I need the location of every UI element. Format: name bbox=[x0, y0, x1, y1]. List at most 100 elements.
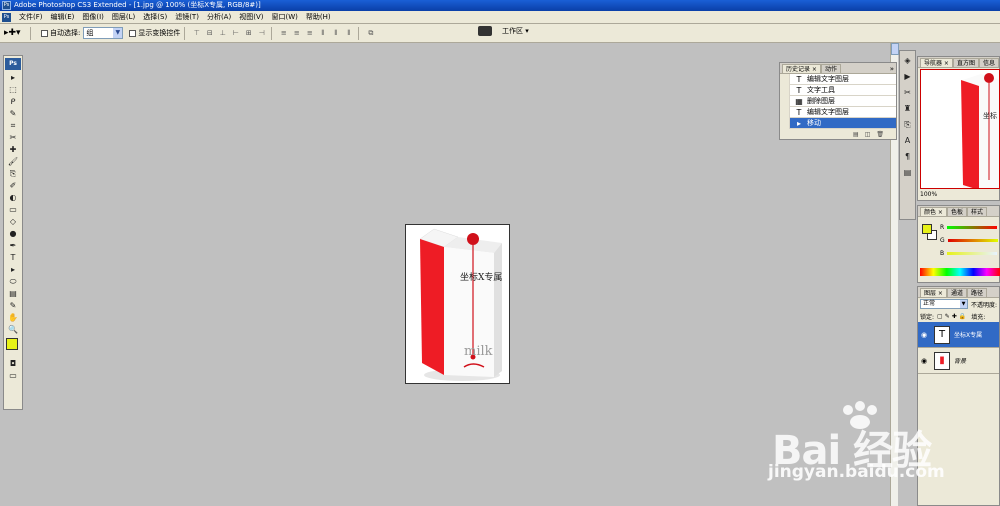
tab-actions[interactable]: 动作 bbox=[820, 64, 841, 73]
foreground-color-swatch[interactable] bbox=[6, 338, 18, 350]
align-vcenter-icon[interactable]: ⊟ bbox=[204, 28, 215, 39]
menu-layer[interactable]: 图层(L) bbox=[108, 12, 139, 22]
history-checkbox[interactable] bbox=[780, 95, 790, 107]
blur-tool-icon[interactable]: ◇ bbox=[5, 216, 21, 227]
history-item[interactable]: T 编辑文字图层 bbox=[780, 73, 896, 85]
lock-all-icon[interactable]: 🔒 bbox=[959, 313, 966, 320]
distribute-left-icon[interactable]: ⦀ bbox=[317, 28, 328, 39]
workspace-button[interactable]: 工作区 ▾ bbox=[478, 26, 529, 36]
checkbox-box[interactable] bbox=[129, 29, 137, 37]
history-item[interactable]: T 编辑文字图层 bbox=[780, 106, 896, 118]
clone-dock-icon[interactable]: ♜ bbox=[901, 102, 914, 115]
marquee-tool-icon[interactable]: ⬚ bbox=[5, 84, 21, 95]
layer-row-background[interactable]: ◉ ▮ 背景 bbox=[918, 348, 999, 374]
shape-tool-icon[interactable]: ⬭ bbox=[5, 276, 21, 287]
document-canvas[interactable]: milk bbox=[405, 224, 510, 384]
distribute-bottom-icon[interactable]: ≡ bbox=[304, 28, 315, 39]
align-right-icon[interactable]: ⊣ bbox=[256, 28, 267, 39]
ps-menu-icon[interactable]: Ps bbox=[2, 12, 11, 22]
auto-select-checkbox[interactable]: 自动选择: bbox=[41, 28, 80, 38]
scrollbar-thumb[interactable] bbox=[891, 43, 899, 55]
tab-navigator[interactable]: 导航器 × bbox=[920, 58, 953, 67]
new-document-icon[interactable]: ▤ bbox=[853, 131, 859, 138]
history-item-selected[interactable]: ▸ 移动 bbox=[780, 117, 896, 129]
tab-histogram[interactable]: 直方图 bbox=[952, 58, 979, 67]
align-top-icon[interactable]: ⊤ bbox=[191, 28, 202, 39]
document-text-layer[interactable]: 坐标X专属 bbox=[460, 270, 502, 283]
character-dock-icon[interactable]: A bbox=[901, 134, 914, 147]
align-left-icon[interactable]: ⊢ bbox=[230, 28, 241, 39]
auto-align-icon[interactable]: ⧉ bbox=[365, 28, 376, 39]
distribute-hcenter-icon[interactable]: ⦀ bbox=[330, 28, 341, 39]
path-selection-tool-icon[interactable]: ▸ bbox=[5, 264, 21, 275]
tab-swatches[interactable]: 色板 bbox=[946, 207, 967, 216]
paragraph-dock-icon[interactable]: ¶ bbox=[901, 150, 914, 163]
lock-position-icon[interactable]: ✚ bbox=[952, 313, 957, 320]
blend-mode-dropdown[interactable]: 正常 ▼ bbox=[920, 299, 968, 309]
blue-slider[interactable]: B bbox=[918, 247, 999, 260]
history-item[interactable]: ▦ 删除图层 bbox=[780, 95, 896, 107]
camera-icon[interactable] bbox=[478, 26, 492, 36]
slider-track[interactable] bbox=[947, 226, 998, 229]
hand-tool-icon[interactable]: ✋ bbox=[5, 312, 21, 323]
slice-tool-icon[interactable]: ✂ bbox=[5, 132, 21, 143]
history-item[interactable]: T 文字工具 bbox=[780, 84, 896, 96]
magic-wand-tool-icon[interactable]: ✎ bbox=[5, 108, 21, 119]
tab-info[interactable]: 信息 bbox=[978, 58, 999, 67]
menu-window[interactable]: 窗口(W) bbox=[267, 12, 301, 22]
tab-history[interactable]: 历史记录 × bbox=[782, 64, 821, 73]
slider-track[interactable] bbox=[947, 239, 998, 242]
screen-mode-icon[interactable]: ▭ bbox=[5, 370, 21, 381]
lasso-tool-icon[interactable]: ᑭ bbox=[5, 96, 21, 107]
pen-tool-icon[interactable]: ✒ bbox=[5, 240, 21, 251]
tab-layers[interactable]: 图层 × bbox=[920, 288, 947, 297]
navigator-dock-icon[interactable]: ◈ bbox=[901, 54, 914, 67]
checkbox-box[interactable] bbox=[41, 29, 48, 37]
menu-filter[interactable]: 滤镜(T) bbox=[171, 12, 203, 22]
navigator-zoom-value[interactable]: 100% bbox=[920, 191, 937, 198]
dodge-tool-icon[interactable]: ● bbox=[5, 228, 21, 239]
slider-track[interactable] bbox=[947, 252, 998, 255]
distribute-right-icon[interactable]: ⦀ bbox=[343, 28, 354, 39]
tab-paths[interactable]: 路径 bbox=[966, 288, 987, 297]
align-bottom-icon[interactable]: ⊥ bbox=[217, 28, 228, 39]
gradient-tool-icon[interactable]: ▭ bbox=[5, 204, 21, 215]
auto-select-dropdown[interactable]: 组 ▼ bbox=[83, 27, 124, 39]
crop-tool-icon[interactable]: ⌗ bbox=[5, 120, 21, 131]
chevron-down-icon[interactable]: ▼ bbox=[113, 28, 123, 38]
zoom-tool-icon[interactable]: 🔍 bbox=[5, 324, 21, 335]
eraser-tool-icon[interactable]: ◐ bbox=[5, 192, 21, 203]
menu-image[interactable]: 图像(I) bbox=[78, 12, 108, 22]
move-tool-icon[interactable]: ▸ bbox=[5, 72, 21, 83]
healing-brush-tool-icon[interactable]: ✚ bbox=[5, 144, 21, 155]
color-spectrum-bar[interactable] bbox=[920, 268, 1000, 276]
eye-icon[interactable]: ◉ bbox=[918, 357, 930, 365]
history-checkbox[interactable] bbox=[780, 73, 790, 85]
trash-icon[interactable]: 🗑 bbox=[876, 131, 884, 138]
distribute-top-icon[interactable]: ≡ bbox=[278, 28, 289, 39]
tab-color[interactable]: 颜色 × bbox=[920, 207, 947, 216]
layer-comps-dock-icon[interactable]: ▤ bbox=[901, 166, 914, 179]
show-transform-checkbox[interactable]: 显示变换控件 bbox=[129, 28, 180, 38]
actions-dock-icon[interactable]: ▶ bbox=[901, 70, 914, 83]
chevron-down-icon[interactable]: ▼ bbox=[960, 300, 967, 308]
move-tool-preset-icon[interactable]: ▸✚▾ bbox=[4, 26, 26, 40]
history-checkbox[interactable] bbox=[780, 84, 790, 96]
menu-view[interactable]: 视图(V) bbox=[235, 12, 267, 22]
eyedropper-tool-icon[interactable]: ✎ bbox=[5, 300, 21, 311]
history-checkbox[interactable] bbox=[780, 117, 790, 129]
menu-help[interactable]: 帮助(H) bbox=[302, 12, 335, 22]
snapshot-icon[interactable]: ◫ bbox=[865, 131, 871, 138]
lock-image-icon[interactable]: ✎ bbox=[945, 313, 950, 320]
tab-channels[interactable]: 通道 bbox=[946, 288, 967, 297]
eye-icon[interactable]: ◉ bbox=[918, 331, 930, 339]
ps-logo[interactable]: Ps bbox=[5, 58, 21, 70]
clone-stamp-tool-icon[interactable]: ⎘ bbox=[5, 168, 21, 179]
foreground-color-swatch[interactable] bbox=[922, 224, 932, 234]
layer-name[interactable]: 坐标X专属 bbox=[954, 330, 982, 339]
menu-analysis[interactable]: 分析(A) bbox=[203, 12, 235, 22]
notes-tool-icon[interactable]: ▤ bbox=[5, 288, 21, 299]
layer-name[interactable]: 背景 bbox=[954, 356, 966, 365]
distribute-vcenter-icon[interactable]: ≡ bbox=[291, 28, 302, 39]
lock-transparent-icon[interactable]: ▢ bbox=[937, 313, 943, 320]
